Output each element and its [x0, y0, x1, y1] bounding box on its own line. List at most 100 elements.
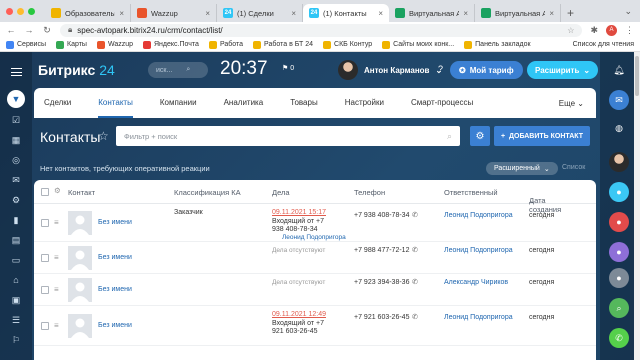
user-menu[interactable]: Антон Карманов ⌄	[338, 60, 442, 80]
bookmark-item[interactable]: Wazzup	[96, 40, 133, 49]
activity-date-link[interactable]: 09.11.2021 12:49	[272, 311, 326, 318]
browser-tab[interactable]: 24 (1) Контакты ×	[303, 4, 389, 22]
browser-tab[interactable]: Виртуальная АТС ×	[475, 4, 561, 22]
crm-icon[interactable]: ⚙	[10, 194, 22, 206]
bookmark-item[interactable]: Яндекс.Почта	[143, 40, 199, 49]
list-view-button[interactable]: Список	[562, 164, 585, 171]
row-checkbox[interactable]	[41, 219, 49, 227]
drive-icon[interactable]: ▤	[10, 234, 22, 246]
bookmark-item[interactable]: Сайты моих конк...	[382, 40, 454, 49]
menu-icon[interactable]	[11, 68, 22, 76]
column-activities[interactable]: Дела	[272, 188, 290, 197]
column-phone[interactable]: Телефон	[354, 188, 385, 197]
gear-icon[interactable]: ⚙	[54, 186, 61, 195]
table-row[interactable]: ≡ Без имени Дела отсутствуют +7 923 394-38-…	[34, 274, 596, 306]
my-tariff-button[interactable]: ✪ Мой тариф	[450, 61, 523, 79]
sites-icon[interactable]: ▭	[10, 254, 22, 266]
row-menu-icon[interactable]: ≡	[54, 218, 59, 227]
row-checkbox[interactable]	[41, 286, 49, 294]
activity-owner-link[interactable]: Леонид Подопригора	[282, 234, 346, 241]
bookmark-item[interactable]: Работа	[208, 40, 243, 49]
browser-tab[interactable]: Образовательная ×	[45, 4, 131, 22]
reload-icon[interactable]: ↻	[42, 25, 52, 36]
browser-tab[interactable]: 24 (1) Сделки ×	[217, 4, 303, 22]
calendar-icon[interactable]: ▦	[10, 134, 22, 146]
bookmark-item[interactable]: Панель закладок	[464, 40, 531, 49]
header-search-input[interactable]: иск... ⌕	[148, 62, 208, 78]
responsible-link[interactable]: Леонид Подопригора	[444, 314, 513, 321]
tab-close-icon[interactable]: ×	[291, 9, 296, 18]
tab-close-icon[interactable]: ×	[378, 9, 383, 18]
reading-list[interactable]: Список для чтения	[573, 41, 634, 48]
help-icon[interactable]: ?	[438, 64, 443, 74]
table-row[interactable]: ≡ Без имени Заказчик 09.11.2021 15:17 Входящ…	[34, 204, 596, 242]
address-bar[interactable]: 🔒︎ spec-avtopark.bitrix24.ru/crm/contact…	[60, 23, 583, 37]
open-lines-icon[interactable]: ●	[609, 182, 629, 202]
table-row[interactable]: ≡ Без имени Дела отсутствуют +7 988 477-72-…	[34, 242, 596, 274]
contacts-icon[interactable]: ☰	[10, 314, 22, 326]
row-menu-icon[interactable]: ≡	[54, 285, 59, 294]
settings-gear-button[interactable]: ⚙	[470, 126, 490, 146]
back-icon[interactable]: ←	[6, 25, 16, 35]
user-group-icon[interactable]: ●	[609, 242, 629, 262]
shop-icon[interactable]: ▣	[10, 294, 22, 306]
select-all-checkbox[interactable]	[41, 188, 49, 196]
row-menu-icon[interactable]: ≡	[54, 253, 59, 262]
call-icon[interactable]: ✆	[412, 278, 418, 286]
extended-view-button[interactable]: Расширенный ⌄	[486, 162, 558, 175]
workday-flag[interactable]: ⚑ 0	[282, 64, 294, 72]
target-icon[interactable]: ◎	[10, 154, 22, 166]
chat-icon[interactable]: ✉	[609, 90, 629, 110]
channel-icon[interactable]: ●	[609, 268, 629, 288]
nav-tab[interactable]: Компании	[160, 88, 197, 118]
tab-close-icon[interactable]: ×	[549, 9, 554, 18]
filter-icon[interactable]: ▼	[7, 90, 25, 108]
nav-tab[interactable]: Товары	[290, 88, 318, 118]
call-icon[interactable]: ✆	[412, 313, 418, 321]
telephony-icon[interactable]: ◍	[609, 118, 629, 138]
responsible-link[interactable]: Леонид Подопригора	[444, 212, 513, 219]
browser-tab[interactable]: Виртуальная АТС ×	[389, 4, 475, 22]
clock[interactable]: 20:37	[220, 58, 268, 80]
column-contact[interactable]: Контакт	[68, 188, 95, 197]
contact-name-link[interactable]: Без имени	[98, 254, 132, 261]
column-classification[interactable]: Классификация КА	[174, 188, 241, 197]
responsible-link[interactable]: Леонид Подопригора	[444, 247, 513, 254]
row-checkbox[interactable]	[41, 322, 49, 330]
phone-icon[interactable]: ✆	[609, 328, 629, 348]
phone-cell[interactable]: +7 921 603-26-45	[354, 314, 409, 321]
maximize-window-button[interactable]	[28, 7, 35, 15]
call-icon[interactable]: ✆	[412, 246, 418, 254]
browser-menu-icon[interactable]: ⋮	[625, 25, 634, 36]
notifications-icon[interactable]: 🔔︎	[609, 60, 629, 80]
apps-icon[interactable]: ⚐	[10, 334, 22, 346]
nav-tab[interactable]: Контакты	[98, 88, 133, 118]
tab-search-icon[interactable]: ⌄	[624, 0, 640, 22]
row-checkbox[interactable]	[41, 254, 49, 262]
close-window-button[interactable]	[6, 7, 13, 15]
add-contact-button[interactable]: + ДОБАВИТЬ КОНТАКТ	[494, 126, 590, 146]
contact-avatar[interactable]	[609, 152, 629, 172]
phone-cell[interactable]: +7 988 477-72-12	[354, 247, 409, 254]
contact-name-link[interactable]: Без имени	[98, 322, 132, 329]
store-icon[interactable]: ⌂	[10, 274, 22, 286]
tab-close-icon[interactable]: ×	[119, 9, 124, 18]
profile-avatar[interactable]: A	[606, 24, 617, 36]
search-contacts-icon[interactable]: ⌕	[609, 298, 629, 318]
bookmark-item[interactable]: Сервисы	[6, 40, 46, 49]
table-row[interactable]: ≡ Без имени 09.11.2021 12:49 Входящий от +7…	[34, 306, 596, 346]
minimize-window-button[interactable]	[17, 7, 24, 15]
column-responsible[interactable]: Ответственный	[444, 188, 498, 197]
scrollbar-track[interactable]	[634, 52, 640, 360]
favorite-star-icon[interactable]: ☆	[98, 129, 109, 143]
bookmark-star-icon[interactable]: ☆	[567, 26, 574, 35]
bookmark-item[interactable]: Карты	[56, 40, 87, 49]
search-icon[interactable]: ⌕	[447, 131, 452, 142]
chat-icon[interactable]: ✉	[10, 174, 22, 186]
call-icon[interactable]: ✆	[412, 211, 418, 219]
filter-search-input[interactable]: Фильтр + поиск ⌕	[116, 126, 460, 146]
tab-close-icon[interactable]: ×	[205, 9, 210, 18]
nav-tab[interactable]: Аналитика	[224, 88, 264, 118]
browser-tab[interactable]: Wazzup ×	[131, 4, 217, 22]
row-menu-icon[interactable]: ≡	[54, 321, 59, 330]
